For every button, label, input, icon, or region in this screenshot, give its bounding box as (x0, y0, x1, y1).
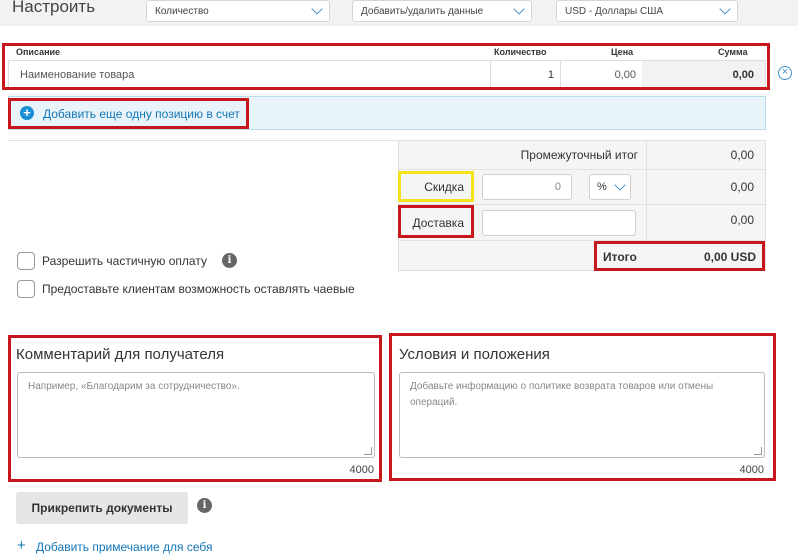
tips-checkbox[interactable] (17, 280, 35, 298)
divider (399, 169, 765, 170)
chevron-down-icon (719, 3, 731, 15)
subtotal-label: Промежуточный итог (520, 148, 638, 162)
discount-unit-select[interactable]: % (589, 174, 631, 200)
quantity-select-value: Количество (155, 5, 209, 17)
chevron-down-icon (311, 3, 323, 15)
chevron-down-icon (614, 179, 626, 191)
partial-payment-checkbox[interactable] (17, 252, 35, 270)
currency-select-value: USD - Доллары США (565, 5, 664, 17)
discount-value: 0,00 (730, 180, 754, 194)
discount-unit-value: % (597, 181, 607, 193)
totals-divider (646, 141, 647, 241)
discount-input[interactable]: 0 (482, 174, 572, 200)
page-title: Настроить (12, 0, 96, 16)
plus-icon[interactable]: + (17, 538, 26, 553)
info-icon[interactable]: i (197, 498, 212, 513)
terms-highlight-frame (389, 333, 776, 481)
quantity-select[interactable]: Количество (146, 0, 330, 22)
comment-highlight-frame (8, 335, 382, 482)
currency-select[interactable]: USD - Доллары США (556, 0, 738, 22)
remove-row-icon[interactable]: × (778, 66, 792, 80)
chevron-down-icon (513, 3, 525, 15)
subtotal-value: 0,00 (730, 148, 754, 162)
data-select[interactable]: Добавить/удалить данные (352, 0, 532, 22)
items-highlight-frame (2, 43, 770, 90)
info-icon[interactable]: i (222, 253, 237, 268)
attach-documents-button[interactable]: Прикрепить документы (16, 492, 188, 524)
discount-highlight-frame (398, 171, 474, 202)
data-select-value: Добавить/удалить данные (361, 5, 484, 17)
shipping-input[interactable] (482, 210, 636, 236)
tips-label: Предоставьте клиентам возможность оставл… (42, 282, 355, 296)
divider (8, 140, 398, 141)
shipping-value: 0,00 (730, 213, 754, 227)
add-item-highlight-frame (8, 98, 249, 129)
total-highlight-frame (594, 241, 765, 271)
shipping-highlight-frame (398, 205, 474, 238)
partial-payment-label: Разрешить частичную оплату (42, 254, 207, 268)
